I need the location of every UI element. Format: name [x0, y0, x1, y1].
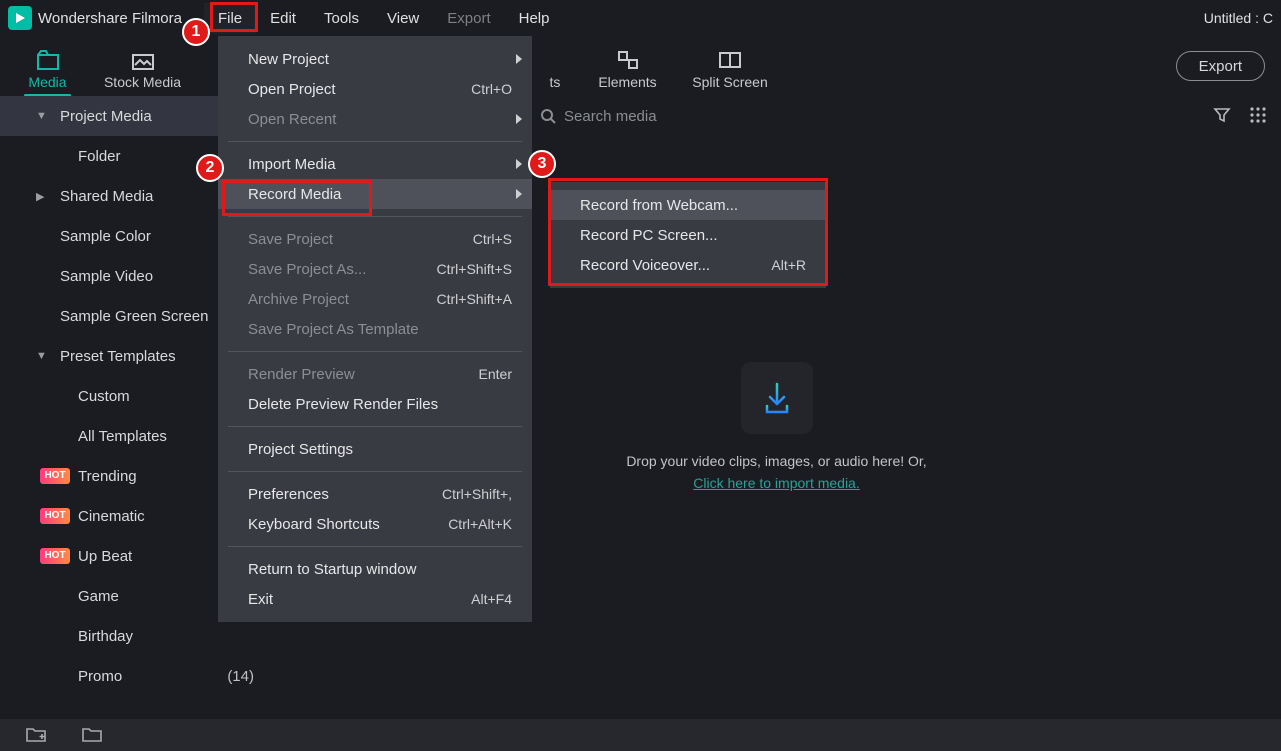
sidebar-item-label: Project Media	[60, 108, 152, 125]
menu-open-recent[interactable]: Open Recent	[218, 104, 532, 134]
search-icon	[540, 108, 556, 124]
sidebar-item-label: Game	[78, 588, 119, 605]
menu-archive-project[interactable]: Archive ProjectCtrl+Shift+A	[218, 284, 532, 314]
tab-effects-partial[interactable]: ts	[530, 74, 580, 96]
tab-split-screen[interactable]: Split Screen	[675, 49, 785, 96]
submenu-arrow-icon	[516, 159, 522, 169]
submenu-arrow-icon	[516, 114, 522, 124]
sidebar-item-label: Cinematic	[78, 508, 145, 525]
menu-keyboard-shortcuts[interactable]: Keyboard ShortcutsCtrl+Alt+K	[218, 509, 532, 539]
menu-save-project[interactable]: Save ProjectCtrl+S	[218, 224, 532, 254]
menu-preferences[interactable]: PreferencesCtrl+Shift+,	[218, 479, 532, 509]
document-title: Untitled : C	[1204, 10, 1273, 26]
menu-record-webcam[interactable]: Record from Webcam...	[550, 190, 826, 220]
search-box[interactable]	[530, 101, 1201, 131]
sidebar-item-label: Sample Green Screen	[60, 308, 208, 325]
menu-save-as-template[interactable]: Save Project As Template	[218, 314, 532, 344]
grid-view-icon[interactable]	[1249, 106, 1267, 127]
menu-separator	[228, 471, 522, 472]
drop-text-line1: Drop your video clips, images, or audio …	[626, 450, 926, 472]
sidebar-item-label: Folder	[78, 148, 121, 165]
sidebar-item-label: Preset Templates	[60, 348, 176, 365]
menu-exit[interactable]: ExitAlt+F4	[218, 584, 532, 614]
menu-record-media[interactable]: Record Media	[218, 179, 532, 209]
submenu-arrow-icon	[516, 54, 522, 64]
app-logo	[8, 6, 32, 30]
elements-icon	[616, 49, 640, 71]
titlebar: Wondershare Filmora File Edit Tools View…	[0, 0, 1281, 36]
import-icon	[741, 362, 813, 434]
menu-tools[interactable]: Tools	[310, 3, 373, 34]
sidebar-item-count: (14)	[227, 668, 254, 685]
hot-badge: HOT	[40, 508, 70, 524]
sidebar-item-label: All Templates	[78, 428, 167, 445]
menu-separator	[228, 351, 522, 352]
menu-record-screen[interactable]: Record PC Screen...	[550, 220, 826, 250]
menu-save-project-as[interactable]: Save Project As...Ctrl+Shift+S	[218, 254, 532, 284]
sidebar-item-label: Custom	[78, 388, 130, 405]
menu-separator	[228, 426, 522, 427]
app-name: Wondershare Filmora	[38, 10, 182, 27]
search-input[interactable]	[564, 108, 1191, 125]
module-row: Media Stock Media ts Elements Split Scre…	[0, 36, 1281, 96]
menu-import-media[interactable]: Import Media	[218, 149, 532, 179]
menubar: File Edit Tools View Export Help	[204, 0, 564, 36]
filter-icon[interactable]	[1213, 106, 1231, 127]
file-menu: New Project Open ProjectCtrl+O Open Rece…	[218, 36, 532, 622]
sidebar-item-promo[interactable]: Promo (14)	[0, 656, 272, 696]
sidebar-item-label: Shared Media	[60, 188, 153, 205]
sidebar-item-birthday[interactable]: Birthday	[0, 616, 272, 656]
new-folder-icon[interactable]	[26, 726, 46, 745]
tab-elements[interactable]: Elements	[580, 49, 675, 96]
bottom-bar	[0, 719, 1281, 751]
menu-separator	[228, 141, 522, 142]
record-media-submenu: Record from Webcam... Record PC Screen..…	[550, 182, 826, 288]
menu-view[interactable]: View	[373, 3, 433, 34]
sidebar-item-label: Promo	[78, 668, 122, 685]
menu-help[interactable]: Help	[505, 3, 564, 34]
menu-file[interactable]: File	[204, 3, 256, 34]
sidebar-item-label: Sample Color	[60, 228, 151, 245]
tab-media-label: Media	[28, 74, 66, 90]
export-button[interactable]: Export	[1176, 51, 1265, 81]
submenu-arrow-icon	[516, 189, 522, 199]
tab-elements-label: Elements	[598, 74, 656, 90]
tab-stock-media[interactable]: Stock Media	[95, 49, 190, 96]
menu-export[interactable]: Export	[433, 3, 504, 34]
tab-media[interactable]: Media	[0, 49, 95, 96]
sidebar-item-label: Sample Video	[60, 268, 153, 285]
sidebar-item-label: Up Beat	[78, 548, 132, 565]
split-screen-icon	[718, 49, 742, 71]
tab-split-label: Split Screen	[692, 74, 767, 90]
menu-record-voiceover[interactable]: Record Voiceover...Alt+R	[550, 250, 826, 280]
media-icon	[36, 49, 60, 71]
hot-badge: HOT	[40, 548, 70, 564]
tab-stock-label: Stock Media	[104, 74, 181, 90]
sidebar-item-label: Trending	[78, 468, 137, 485]
menu-render-preview[interactable]: Render PreviewEnter	[218, 359, 532, 389]
menu-project-settings[interactable]: Project Settings	[218, 434, 532, 464]
menu-delete-preview[interactable]: Delete Preview Render Files	[218, 389, 532, 419]
menu-new-project[interactable]: New Project	[218, 44, 532, 74]
tab-effects-label: ts	[550, 74, 561, 90]
chevron-down-icon: ▼	[36, 110, 47, 122]
import-media-link[interactable]: Click here to import media.	[693, 475, 860, 491]
hot-badge: HOT	[40, 468, 70, 484]
sidebar-item-label: Birthday	[78, 628, 133, 645]
chevron-down-icon: ▼	[36, 350, 47, 362]
menu-separator	[228, 216, 522, 217]
menu-edit[interactable]: Edit	[256, 3, 310, 34]
chevron-right-icon: ▶	[36, 190, 44, 203]
folder-icon[interactable]	[82, 726, 102, 745]
menu-return-startup[interactable]: Return to Startup window	[218, 554, 532, 584]
stock-icon	[131, 49, 155, 71]
menu-separator	[228, 546, 522, 547]
menu-open-project[interactable]: Open ProjectCtrl+O	[218, 74, 532, 104]
